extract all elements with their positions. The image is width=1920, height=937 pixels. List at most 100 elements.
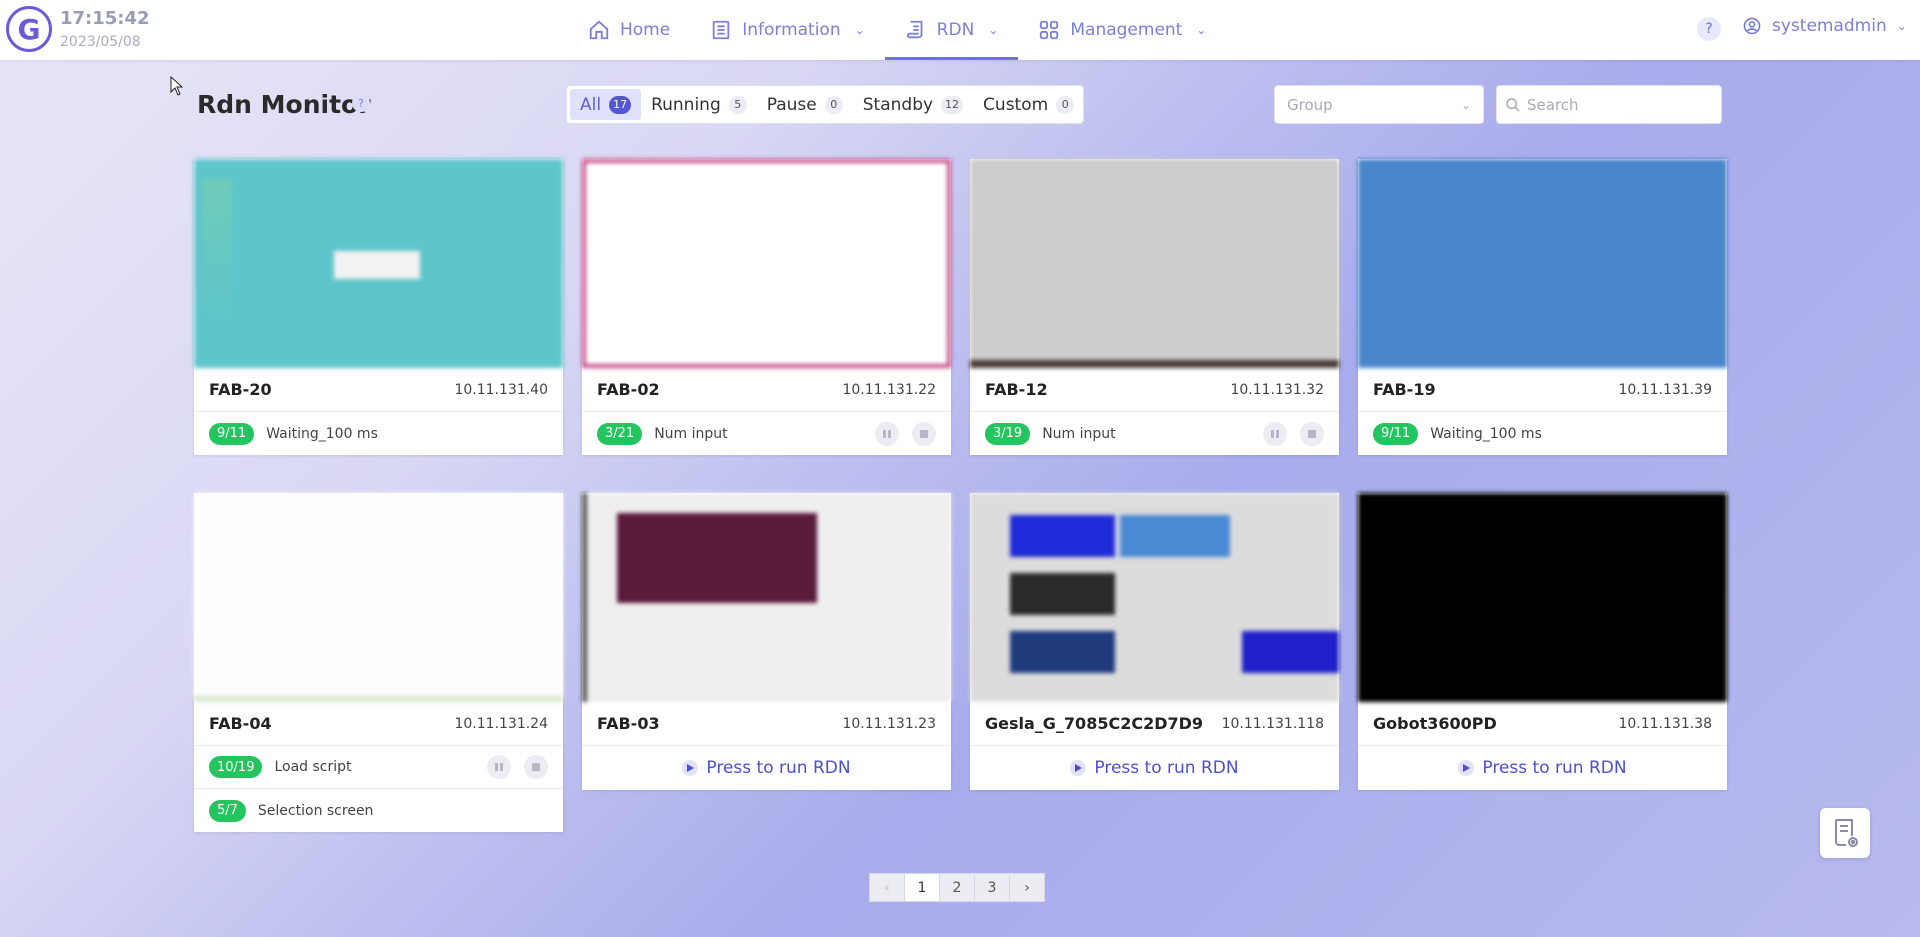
tab-running-count: 5 [728, 95, 747, 114]
device-name: FAB-04 [209, 714, 272, 733]
page-2-button[interactable]: 2 [939, 873, 975, 902]
stop-button[interactable] [524, 755, 548, 779]
screen-thumbnail[interactable] [582, 159, 951, 368]
rdn-card[interactable]: Gobot3600PD 10.11.131.38 Press to run RD… [1358, 493, 1727, 790]
page-3-button[interactable]: 3 [974, 873, 1010, 902]
nav-home-label: Home [620, 20, 671, 40]
device-ip: 10.11.131.32 [1230, 381, 1324, 398]
step-text: Load script [274, 759, 352, 775]
nav-management-label: Management [1070, 20, 1183, 40]
screen-thumbnail[interactable] [194, 493, 563, 702]
device-ip: 10.11.131.118 [1221, 715, 1324, 732]
screen-thumbnail[interactable] [970, 493, 1339, 702]
screen-thumbnail[interactable] [194, 159, 563, 368]
stop-icon [532, 763, 540, 771]
device-ip: 10.11.131.22 [842, 381, 936, 398]
page-title: Rdn Monitor [197, 90, 371, 119]
tab-pause-count: 0 [824, 95, 843, 114]
device-ip: 10.11.131.23 [842, 715, 936, 732]
stop-button[interactable] [1300, 421, 1324, 446]
status-row: 3/19 Num input [970, 412, 1339, 455]
rdn-card[interactable]: FAB-12 10.11.131.32 3/19 Num input [970, 159, 1339, 455]
list-icon [712, 20, 730, 40]
nav-information[interactable]: Information ⌄ [690, 0, 884, 60]
next-page-button[interactable]: › [1009, 873, 1045, 902]
chevron-down-icon: ⌄ [854, 23, 865, 37]
device-name: Gesla_G_7085C2C2D7D9 [985, 714, 1204, 733]
run-rdn-button[interactable]: Press to run RDN [970, 746, 1339, 790]
device-name: FAB-03 [597, 714, 660, 733]
chevron-down-icon: ⌄ [1196, 23, 1207, 37]
tab-running[interactable]: Running 5 [641, 89, 757, 120]
app-logo[interactable]: G [6, 6, 52, 52]
search-box [1496, 85, 1722, 124]
tab-all-count: 17 [609, 95, 632, 114]
tab-standby-label: Standby [862, 94, 934, 115]
device-name: FAB-20 [209, 380, 272, 399]
step-text: Num input [1042, 425, 1116, 442]
script-icon [906, 20, 923, 39]
user-menu[interactable]: systemadmin ⌄ [1742, 16, 1907, 36]
step-text: Num input [654, 425, 728, 442]
group-select[interactable]: Group ⌄ [1274, 85, 1484, 124]
pause-button[interactable] [1263, 421, 1287, 446]
run-rdn-label: Press to run RDN [706, 758, 851, 778]
status-row: 9/11 Waiting_100 ms [1358, 412, 1727, 455]
grid-icon [1040, 20, 1059, 40]
step-badge: 3/21 [597, 422, 643, 445]
filter-tabs: All 17 Running 5 Pause 0 Standby 12 Cust… [566, 85, 1084, 124]
run-rdn-button[interactable]: Press to run RDN [582, 746, 951, 790]
tab-standby[interactable]: Standby 12 [853, 89, 973, 120]
pause-button[interactable] [487, 755, 511, 779]
screen-thumbnail[interactable] [582, 493, 951, 702]
device-name: Gobot3600PD [1373, 714, 1497, 733]
prev-page-button[interactable]: ‹ [869, 873, 905, 902]
help-button[interactable]: ? [1697, 17, 1721, 41]
rdn-card[interactable]: FAB-20 10.11.131.40 9/11 Waiting_100 ms [194, 159, 563, 455]
step-text: Waiting_100 ms [266, 425, 378, 442]
script-settings-icon [1835, 819, 1858, 847]
status-row: 5/7 Selection screen [194, 789, 563, 832]
play-icon [682, 760, 699, 776]
status-row: 10/19 Load script [194, 746, 563, 789]
search-input[interactable] [1527, 95, 1707, 114]
step-text: Selection screen [257, 802, 374, 819]
screen-thumbnail[interactable] [970, 159, 1339, 368]
chevron-down-icon: ⌄ [1460, 97, 1471, 112]
stop-button[interactable] [912, 421, 936, 446]
nav-management[interactable]: Management ⌄ [1018, 0, 1226, 60]
nav-home[interactable]: Home [568, 0, 690, 60]
stop-icon [920, 429, 928, 438]
clock-date: 2023/05/08 [60, 34, 141, 50]
run-rdn-button[interactable]: Press to run RDN [1358, 746, 1727, 790]
page-1-button[interactable]: 1 [904, 873, 940, 902]
pause-button[interactable] [875, 421, 899, 446]
rdn-card[interactable]: FAB-19 10.11.131.39 9/11 Waiting_100 ms [1358, 159, 1727, 455]
main-nav: Home Information ⌄ RDN ⌄ Management ⌄ [568, 0, 1226, 60]
screen-thumbnail[interactable] [1358, 159, 1727, 368]
status-row: 9/11 Waiting_100 ms [194, 412, 563, 455]
device-ip: 10.11.131.38 [1618, 715, 1712, 732]
chevron-down-icon: ⌄ [1896, 19, 1907, 33]
device-name: FAB-19 [1373, 380, 1436, 399]
rdn-card[interactable]: FAB-03 10.11.131.23 Press to run RDN [582, 493, 951, 790]
tab-custom-label: Custom [983, 94, 1049, 115]
rdn-card[interactable]: FAB-04 10.11.131.24 10/19 Load script 5/… [194, 493, 563, 832]
pause-icon [495, 763, 503, 771]
tab-pause[interactable]: Pause 0 [757, 89, 853, 120]
title-help-icon[interactable]: ? [352, 94, 370, 112]
nav-rdn-label: RDN [936, 20, 975, 40]
play-icon [1070, 760, 1087, 776]
step-badge: 9/11 [209, 422, 255, 445]
step-badge: 3/19 [985, 422, 1031, 445]
nav-rdn[interactable]: RDN ⌄ [884, 0, 1019, 60]
tab-running-label: Running [651, 94, 721, 115]
screen-thumbnail[interactable] [1358, 493, 1727, 702]
script-settings-button[interactable] [1820, 808, 1870, 858]
step-badge: 5/7 [209, 799, 246, 822]
rdn-card[interactable]: Gesla_G_7085C2C2D7D9 10.11.131.118 Press… [970, 493, 1339, 790]
rdn-card[interactable]: FAB-02 10.11.131.22 3/21 Num input [582, 159, 951, 455]
tab-all[interactable]: All 17 [570, 89, 642, 120]
search-icon [1506, 97, 1520, 112]
tab-custom[interactable]: Custom 0 [973, 89, 1084, 120]
